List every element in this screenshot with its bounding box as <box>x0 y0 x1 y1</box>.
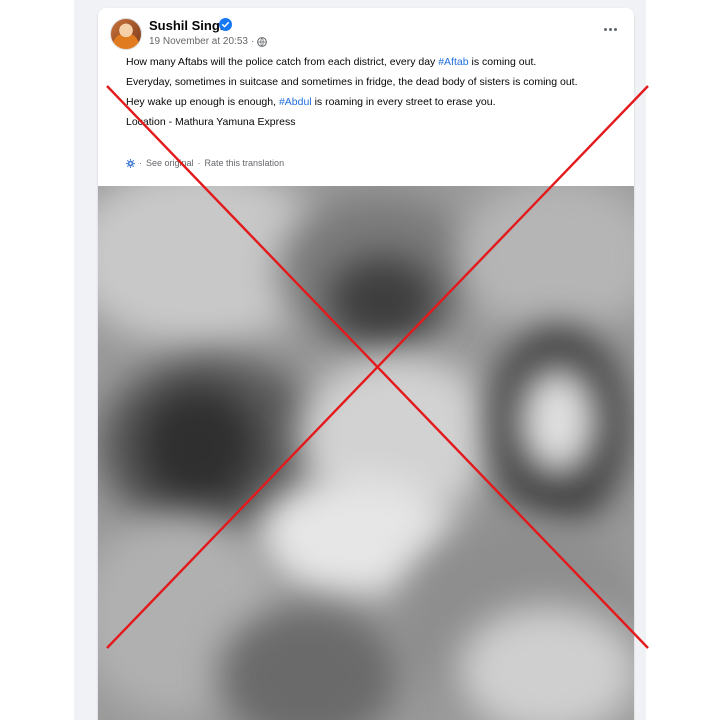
post-timestamp[interactable]: 19 November at 20:53 <box>149 36 248 47</box>
hashtag-abdul-link[interactable]: #Abdul <box>279 96 312 108</box>
hashtag-aftab-link[interactable]: #Aftab <box>438 56 468 68</box>
post-meta: 19 November at 20:53 · <box>149 36 268 47</box>
post-paragraph-1: How many Aftabs will the police catch fr… <box>126 56 537 68</box>
globe-icon <box>257 36 268 47</box>
verified-badge-icon <box>219 18 232 31</box>
author-avatar[interactable] <box>110 18 142 50</box>
gear-icon <box>126 158 135 168</box>
author-name[interactable]: Sushil Singh <box>149 18 228 33</box>
post-location: Location - Mathura Yamuna Express <box>126 116 296 128</box>
see-original-link[interactable]: See original <box>146 158 194 168</box>
meta-separator: · <box>250 36 255 47</box>
rate-translation-link[interactable]: Rate this translation <box>205 158 285 168</box>
post-paragraph-2: Everyday, sometimes in suitcase and some… <box>126 76 578 88</box>
translation-row: · See original · Rate this translation <box>126 158 284 168</box>
post-paragraph-3: Hey wake up enough is enough, #Abdul is … <box>126 96 496 108</box>
more-options-icon <box>603 27 607 31</box>
post-body: How many Aftabs will the police catch fr… <box>126 55 614 135</box>
more-options-button[interactable] <box>600 22 620 36</box>
blurred-post-image[interactable] <box>98 186 634 720</box>
facebook-post-card: Sushil Singh 19 November at 20:53 · How … <box>98 8 634 720</box>
